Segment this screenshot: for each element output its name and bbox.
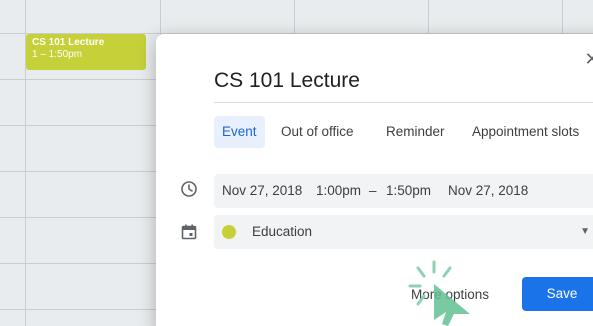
save-button[interactable]: Save [522, 277, 593, 311]
close-icon[interactable]: ✕ [581, 48, 593, 70]
quick-event-dialog: ✕ CS 101 Lecture Event Out of office Rem… [156, 34, 593, 326]
start-date[interactable]: Nov 27, 2018 [222, 174, 302, 208]
calendar-event-chip[interactable]: CS 101 Lecture 1 – 1:50pm [26, 34, 146, 70]
event-chip-title: CS 101 Lecture [32, 37, 105, 48]
mouse-cursor-icon [408, 260, 470, 326]
tab-reminder[interactable]: Reminder [386, 116, 445, 148]
tab-out-of-office[interactable]: Out of office [281, 116, 354, 148]
calendar-select[interactable]: Education ▼ [214, 215, 593, 249]
end-date[interactable]: Nov 27, 2018 [448, 174, 528, 208]
event-chip-time: 1 – 1:50pm [32, 49, 83, 60]
tab-appointment-slots[interactable]: Appointment slots [472, 116, 579, 148]
calendar-color-dot [222, 225, 236, 239]
clock-icon [181, 181, 197, 197]
start-time[interactable]: 1:00pm [316, 174, 361, 208]
time-separator: – [369, 183, 377, 198]
event-title-input[interactable]: CS 101 Lecture [214, 69, 593, 103]
calendar-icon [181, 224, 197, 240]
datetime-field: Nov 27, 2018 1:00pm – 1:50pm Nov 27, 201… [214, 174, 593, 208]
end-time[interactable]: 1:50pm [386, 174, 431, 208]
tab-event[interactable]: Event [214, 116, 265, 148]
dropdown-arrow-icon: ▼ [580, 226, 590, 237]
calendar-select-value: Education [252, 224, 313, 239]
